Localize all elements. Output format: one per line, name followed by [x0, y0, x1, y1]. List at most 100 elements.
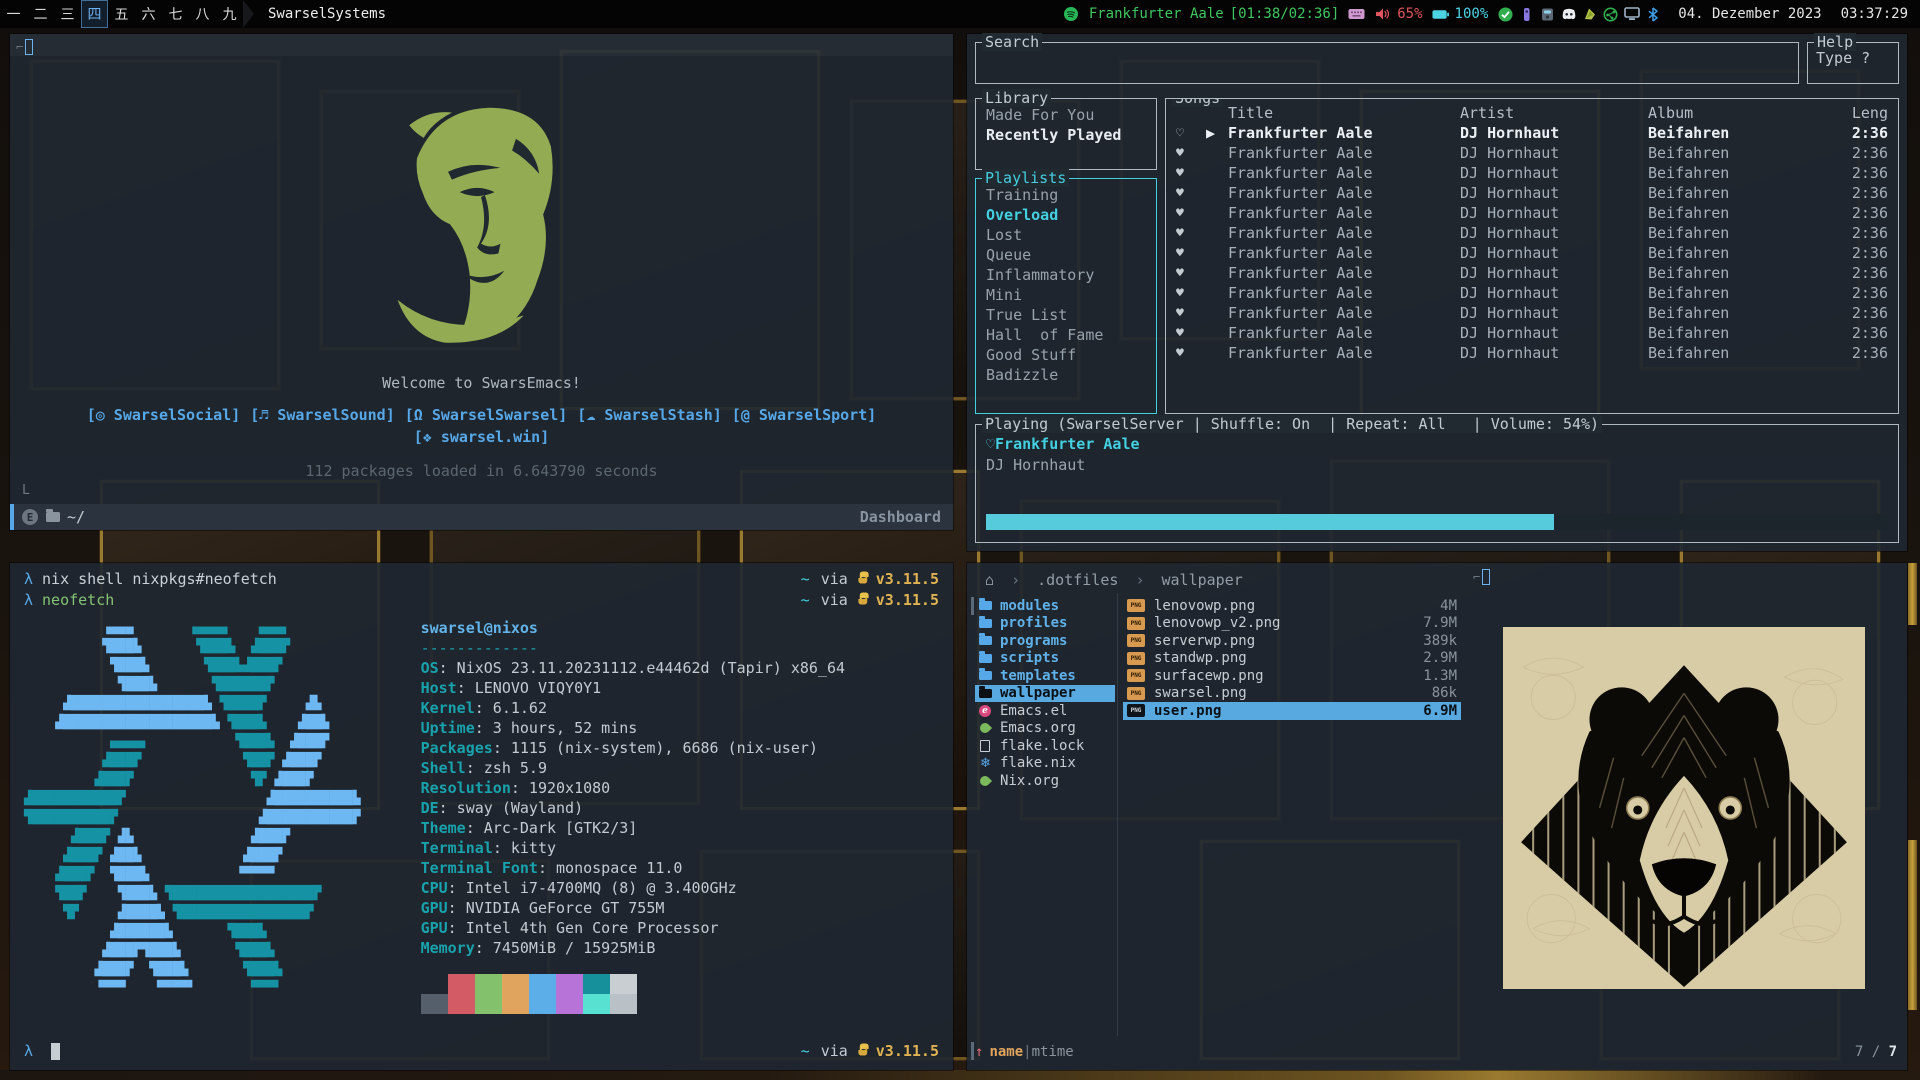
password-icon[interactable] [1518, 6, 1535, 23]
playlist-item[interactable]: Overload [986, 205, 1146, 225]
checkmark-icon[interactable] [1497, 6, 1514, 23]
liked-heart-icon[interactable]: ♥ [1176, 146, 1206, 161]
terminal-window[interactable]: λnix shell nixpkgs#neofetch~viav3.11.5λn… [10, 563, 953, 1070]
song-row[interactable]: ♥Frankfurter AaleDJ HornhautBeifahren2:3… [1166, 143, 1898, 163]
png-file-icon: PNG [1127, 634, 1145, 647]
song-row[interactable]: ♥Frankfurter AaleDJ HornhautBeifahren2:3… [1166, 223, 1898, 243]
workspace-button[interactable]: 六 [135, 0, 162, 28]
song-row[interactable]: ♥Frankfurter AaleDJ HornhautBeifahren2:3… [1166, 163, 1898, 183]
library-item[interactable]: Made For You [986, 105, 1146, 125]
parent-file-item[interactable]: modules [975, 597, 1115, 615]
workspace-button[interactable]: 二 [27, 0, 54, 28]
now-playing[interactable]: Frankfurter Aale [01:38/02:36] [1089, 6, 1339, 22]
workspace-button[interactable]: 五 [108, 0, 135, 28]
playlist-item[interactable]: Queue [986, 245, 1146, 265]
playlist-item[interactable]: True List [986, 305, 1146, 325]
parent-file-item[interactable]: programs [975, 632, 1115, 650]
file-entry[interactable]: PNGswarsel.png86k [1123, 685, 1461, 703]
song-row[interactable]: ♥Frankfurter AaleDJ HornhautBeifahren2:3… [1166, 243, 1898, 263]
liked-heart-icon[interactable]: ♥ [1176, 226, 1206, 241]
workspace-button[interactable]: 四 [81, 0, 108, 28]
playlist-item[interactable]: Mini [986, 285, 1146, 305]
playlist-item[interactable]: Badizzle [986, 365, 1146, 385]
liked-heart-icon[interactable]: ♥ [1176, 286, 1206, 301]
liked-heart-icon[interactable]: ♥ [1176, 186, 1206, 201]
song-row[interactable]: ♡▶Frankfurter AaleDJ HornhautBeifahren2:… [1166, 123, 1898, 143]
file-entry[interactable]: PNGlenovowp.png4M [1123, 597, 1461, 615]
file-entry[interactable]: PNGuser.png6.9M [1123, 702, 1461, 720]
song-row[interactable]: ♥Frankfurter AaleDJ HornhautBeifahren2:3… [1166, 263, 1898, 283]
breadcrumb-segment[interactable]: .dotfiles [1037, 571, 1118, 589]
song-row[interactable]: ♥Frankfurter AaleDJ HornhautBeifahren2:3… [1166, 323, 1898, 343]
song-row[interactable]: ♥Frankfurter AaleDJ HornhautBeifahren2:3… [1166, 203, 1898, 223]
liked-heart-icon[interactable]: ♥ [1176, 326, 1206, 341]
playlist-item[interactable]: Training [986, 185, 1146, 205]
battery-widget[interactable]: 100% [1432, 6, 1489, 23]
playlist-item[interactable]: Good Stuff [986, 345, 1146, 365]
parent-file-item[interactable]: ❄flake.nix [975, 755, 1115, 773]
sort-direction-icon[interactable]: ↑ [975, 1044, 983, 1060]
network-icon[interactable] [1581, 6, 1598, 23]
song-row[interactable]: ♥Frankfurter AaleDJ HornhautBeifahren2:3… [1166, 343, 1898, 363]
dashboard-homepage-link[interactable]: [❖ swarsel.win] [10, 428, 953, 446]
display-icon[interactable] [1623, 6, 1640, 23]
file-name: modules [1000, 598, 1059, 614]
file-entry[interactable]: PNGserverwp.png389k [1123, 632, 1461, 650]
parent-file-item[interactable]: scripts [975, 650, 1115, 668]
png-file-icon: PNG [1127, 652, 1145, 665]
liked-heart-icon[interactable]: ♡ [1176, 126, 1206, 141]
workspace-button[interactable]: 八 [189, 0, 216, 28]
spotify-icon[interactable] [1063, 6, 1080, 23]
playlist-item[interactable]: Hall of Fame [986, 325, 1146, 345]
search-input[interactable]: Search [975, 42, 1799, 84]
parent-file-item[interactable]: wallpaper [975, 685, 1115, 703]
parent-file-item[interactable]: Emacs.org [975, 720, 1115, 738]
playback-progress-bar[interactable] [986, 514, 1888, 530]
dashboard-link[interactable]: [♬ SwarselSound] [250, 406, 395, 424]
dashboard-link[interactable]: [☁ SwarselStash] [577, 406, 722, 424]
scrollbar-thumb[interactable] [971, 1042, 974, 1060]
parent-file-item[interactable]: flake.lock [975, 737, 1115, 755]
volume-widget[interactable]: 65% [1374, 6, 1422, 23]
parent-file-item[interactable]: profiles [975, 615, 1115, 633]
song-row[interactable]: ♥Frankfurter AaleDJ HornhautBeifahren2:3… [1166, 183, 1898, 203]
keyboard-icon[interactable] [1348, 6, 1365, 23]
song-row[interactable]: ♥Frankfurter AaleDJ HornhautBeifahren2:3… [1166, 303, 1898, 323]
home-icon[interactable]: ⌂ [985, 571, 994, 589]
liked-heart-icon[interactable]: ♥ [1176, 166, 1206, 181]
file-entry[interactable]: PNGsurfacewp.png1.3M [1123, 667, 1461, 685]
workspace-button[interactable]: 七 [162, 0, 189, 28]
playlist-item[interactable]: Lost [986, 225, 1146, 245]
workspace-button[interactable]: 三 [54, 0, 81, 28]
liked-heart-icon[interactable]: ♥ [1176, 206, 1206, 221]
scrollbar-thumb[interactable] [971, 597, 974, 615]
workspace-button[interactable]: 九 [216, 0, 243, 28]
syncthing-icon[interactable] [1602, 6, 1619, 23]
playlist-item[interactable]: Inflammatory [986, 265, 1146, 285]
parent-file-item[interactable]: Nix.org [975, 772, 1115, 790]
sort-secondary[interactable]: mtime [1032, 1044, 1074, 1060]
file-entry[interactable]: PNGlenovowp_v2.png7.9M [1123, 615, 1461, 633]
liked-heart-icon[interactable]: ♥ [1176, 306, 1206, 321]
tray-box-icon[interactable] [1539, 6, 1556, 23]
breadcrumb-segment[interactable]: wallpaper [1162, 571, 1243, 589]
neofetch-field-value: : NVIDIA GeForce GT 755M [448, 899, 665, 917]
liked-heart-icon[interactable]: ♥ [1176, 346, 1206, 361]
song-artist: DJ Hornhaut [1460, 164, 1648, 182]
dashboard-link[interactable]: [@ SwarselSport] [732, 406, 877, 424]
dashboard-link[interactable]: [◎ SwarselSocial] [87, 406, 241, 424]
parent-file-item[interactable]: templates [975, 667, 1115, 685]
liked-heart-icon[interactable]: ♥ [1176, 266, 1206, 281]
library-item[interactable]: Recently Played [986, 125, 1146, 145]
file-entry[interactable]: PNGstandwp.png2.9M [1123, 650, 1461, 668]
dashboard-link[interactable]: [Ω SwarselSwarsel] [405, 406, 568, 424]
liked-heart-icon[interactable]: ♥ [1176, 246, 1206, 261]
shell-prompt[interactable]: λ [24, 1042, 60, 1060]
sort-primary[interactable]: name [989, 1044, 1023, 1060]
bluetooth-icon[interactable] [1644, 6, 1661, 23]
workspace-button[interactable]: 一 [0, 0, 27, 28]
discord-icon[interactable] [1560, 6, 1577, 23]
parent-file-item[interactable]: eEmacs.el [975, 702, 1115, 720]
song-row[interactable]: ♥Frankfurter AaleDJ HornhautBeifahren2:3… [1166, 283, 1898, 303]
via-label: via [821, 569, 848, 590]
